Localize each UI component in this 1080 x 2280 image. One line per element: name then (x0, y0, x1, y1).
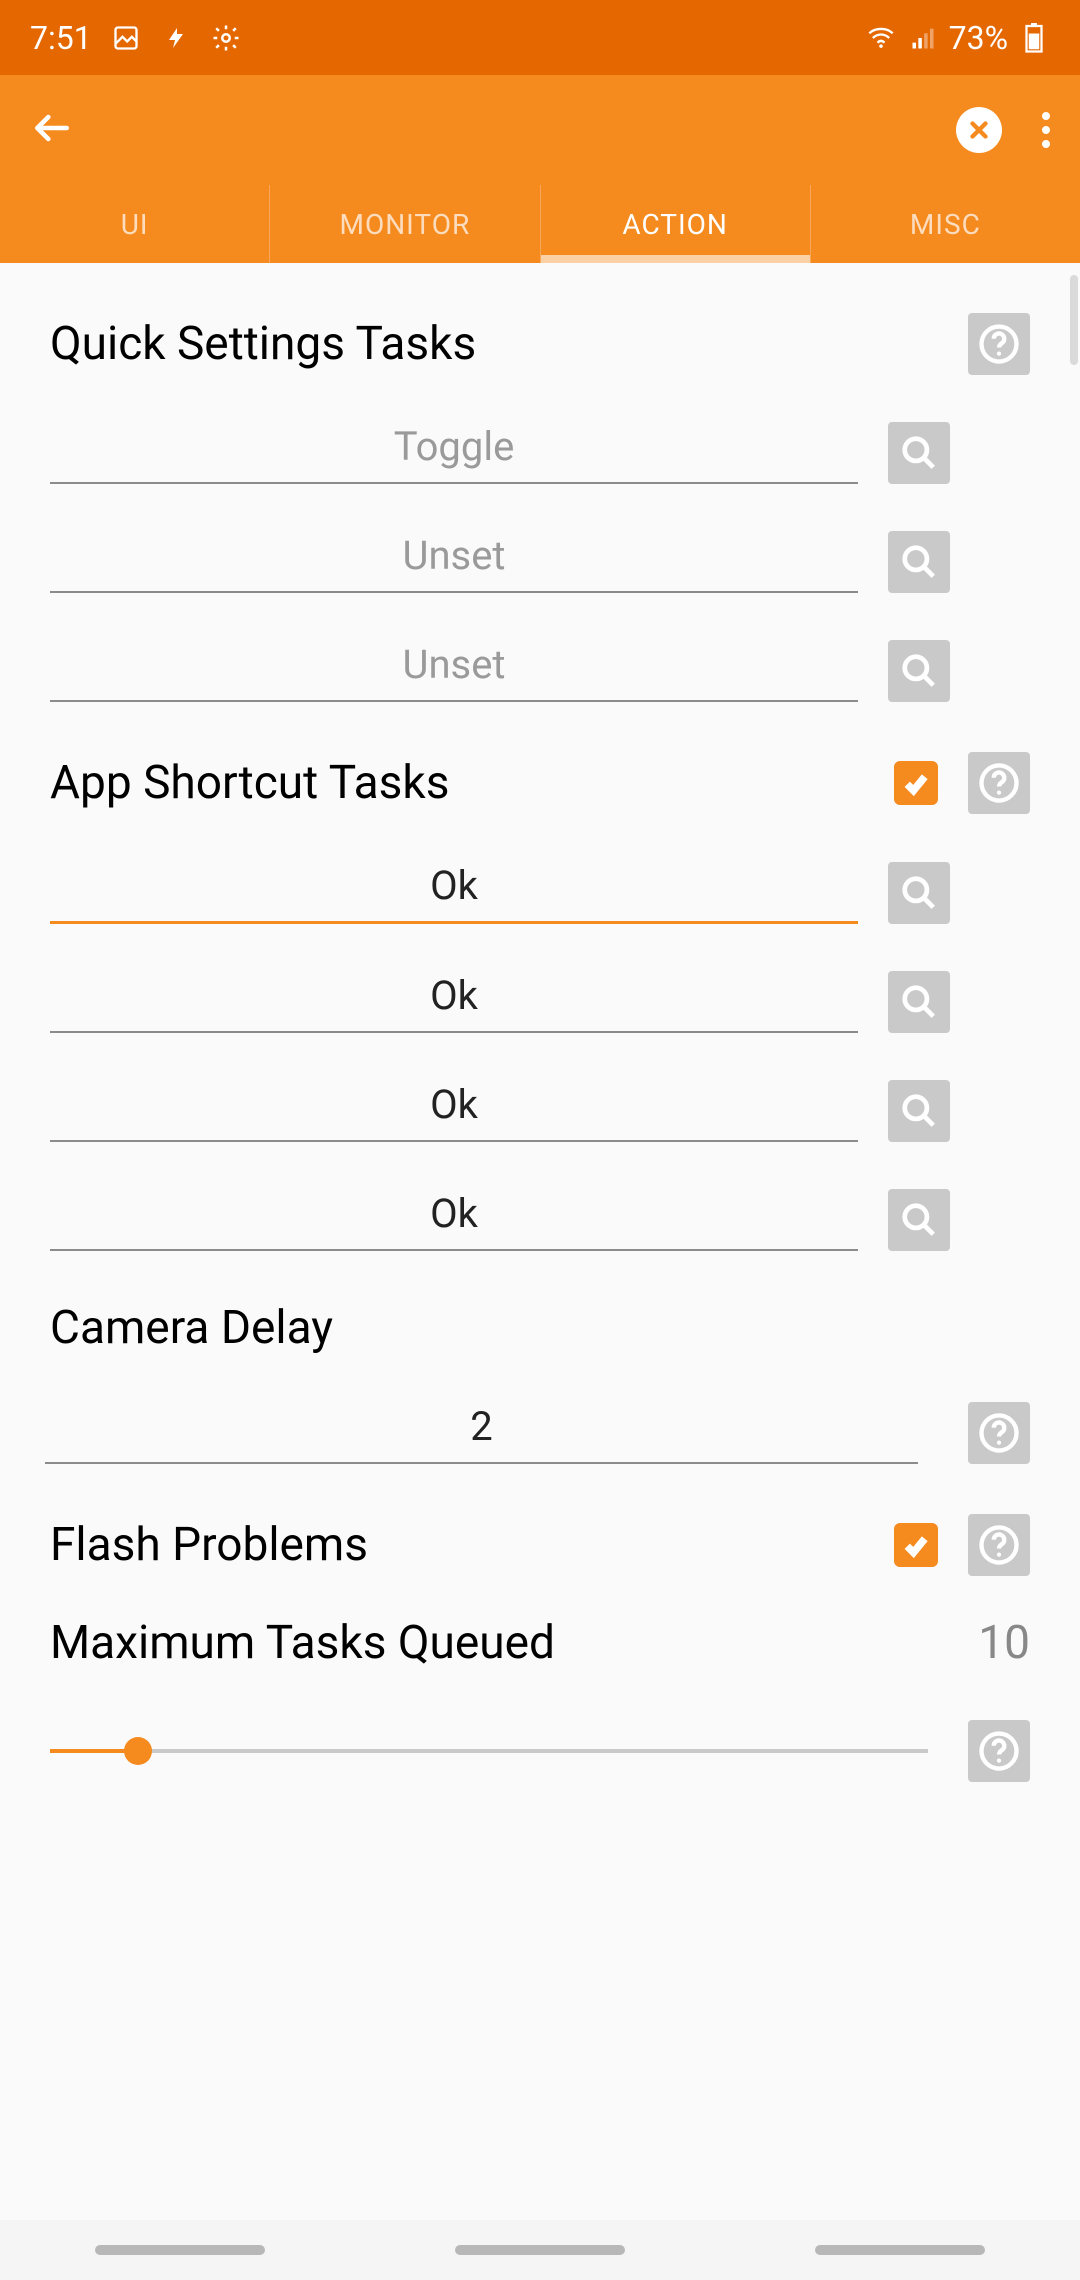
help-button[interactable] (968, 313, 1030, 375)
content: Quick Settings Tasks Toggle Unset Unset … (0, 263, 1080, 1782)
search-button[interactable] (888, 640, 950, 702)
image-icon (110, 22, 142, 54)
bolt-icon (160, 22, 192, 54)
tab-label: UI (121, 208, 149, 241)
back-button[interactable] (30, 106, 74, 154)
shortcut-field-2[interactable]: Ok (50, 960, 858, 1033)
status-bar: 7:51 73% (0, 0, 1080, 75)
tab-bar: UI MONITOR ACTION MISC (0, 185, 1080, 263)
flash-problems-checkbox[interactable] (894, 1523, 938, 1567)
search-button[interactable] (888, 1080, 950, 1142)
tab-label: MONITOR (340, 208, 471, 241)
tab-label: MISC (910, 208, 981, 241)
camera-delay-field[interactable]: 2 (45, 1391, 918, 1464)
help-button[interactable] (968, 1402, 1030, 1464)
max-tasks-slider[interactable] (50, 1736, 928, 1766)
shortcut-field-1[interactable]: Ok (50, 850, 858, 924)
signal-icon (907, 22, 939, 54)
overflow-menu-button[interactable] (1042, 112, 1050, 148)
close-button[interactable] (956, 107, 1002, 153)
quick-toggle-field[interactable]: Toggle (50, 411, 858, 484)
quick-unset-field-2[interactable]: Unset (50, 629, 858, 702)
tab-monitor[interactable]: MONITOR (270, 185, 540, 263)
tab-label: ACTION (622, 208, 728, 241)
flash-problems-title: Flash Problems (50, 1518, 894, 1572)
search-button[interactable] (888, 422, 950, 484)
max-tasks-title: Maximum Tasks Queued (50, 1616, 978, 1670)
max-tasks-value: 10 (978, 1616, 1030, 1670)
app-shortcut-title: App Shortcut Tasks (50, 756, 894, 810)
tab-action[interactable]: ACTION (541, 185, 811, 263)
battery-icon (1018, 22, 1050, 54)
scroll-indicator (1070, 275, 1078, 365)
app-shortcut-checkbox[interactable] (894, 761, 938, 805)
quick-settings-title: Quick Settings Tasks (50, 317, 948, 371)
camera-delay-title: Camera Delay (50, 1301, 1030, 1355)
search-button[interactable] (888, 1189, 950, 1251)
help-button[interactable] (968, 1514, 1030, 1576)
tab-ui[interactable]: UI (0, 185, 270, 263)
help-button[interactable] (968, 752, 1030, 814)
shortcut-field-3[interactable]: Ok (50, 1069, 858, 1142)
status-time: 7:51 (30, 19, 92, 57)
nav-bar (0, 2220, 1080, 2280)
app-bar (0, 75, 1080, 185)
tab-misc[interactable]: MISC (811, 185, 1080, 263)
search-button[interactable] (888, 862, 950, 924)
nav-recents[interactable] (95, 2245, 265, 2255)
status-battery-text: 73% (949, 19, 1008, 57)
search-button[interactable] (888, 971, 950, 1033)
search-button[interactable] (888, 531, 950, 593)
help-button[interactable] (968, 1720, 1030, 1782)
nav-back[interactable] (815, 2245, 985, 2255)
nav-home[interactable] (455, 2245, 625, 2255)
wifi-icon (865, 22, 897, 54)
quick-unset-field-1[interactable]: Unset (50, 520, 858, 593)
shortcut-field-4[interactable]: Ok (50, 1178, 858, 1251)
gear-icon (210, 22, 242, 54)
